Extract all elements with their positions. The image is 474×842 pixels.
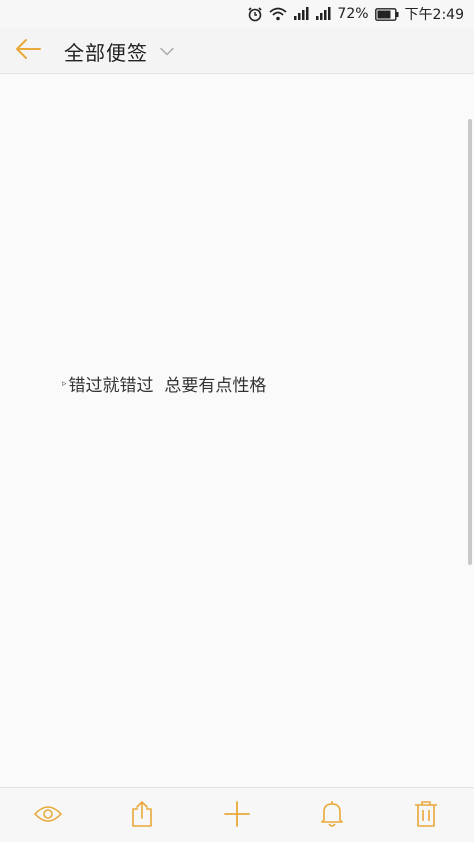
trash-icon bbox=[414, 800, 438, 832]
preview-button[interactable] bbox=[30, 798, 66, 834]
clock-time: 下午2:49 bbox=[404, 7, 464, 23]
status-bar: 72% 下午2:49 bbox=[0, 0, 474, 28]
signal-icon bbox=[315, 7, 331, 21]
battery-icon bbox=[374, 7, 399, 21]
signal-icon bbox=[293, 7, 309, 21]
page-title: 全部便签 bbox=[64, 40, 148, 65]
bell-icon bbox=[320, 800, 344, 832]
plus-icon bbox=[224, 801, 250, 831]
delete-button[interactable] bbox=[408, 798, 444, 834]
wifi-icon bbox=[269, 7, 288, 21]
bullet-marker: ▹ bbox=[62, 378, 67, 389]
note-editor[interactable]: ▹ 错过就错过 总要有点性格 bbox=[0, 75, 474, 787]
bottom-toolbar bbox=[0, 787, 474, 842]
add-button[interactable] bbox=[219, 798, 255, 834]
eye-icon bbox=[33, 804, 63, 828]
folder-selector[interactable]: 全部便签 bbox=[64, 28, 174, 74]
share-button[interactable] bbox=[124, 798, 160, 834]
alarm-icon bbox=[247, 6, 263, 22]
reminder-button[interactable] bbox=[314, 798, 350, 834]
app-header: 全部便签 bbox=[0, 28, 474, 74]
battery-percent: 72% bbox=[337, 6, 369, 22]
scrollbar[interactable] bbox=[468, 119, 472, 565]
note-text: 错过就错过 总要有点性格 bbox=[68, 376, 267, 396]
note-text-line[interactable]: ▹ 错过就错过 总要有点性格 bbox=[62, 371, 266, 396]
chevron-down-icon bbox=[160, 47, 174, 56]
back-button[interactable] bbox=[12, 36, 44, 66]
share-icon bbox=[130, 800, 154, 832]
arrow-left-icon bbox=[14, 37, 42, 65]
